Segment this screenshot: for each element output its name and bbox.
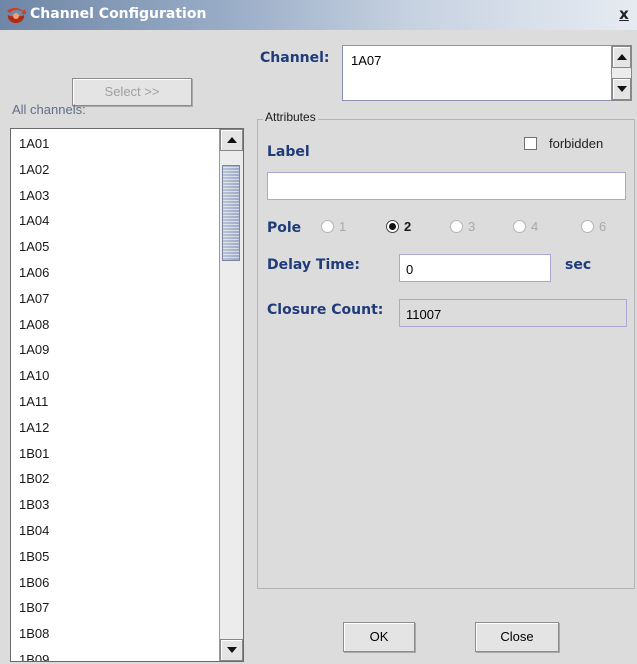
list-item[interactable]: 1B07 bbox=[11, 593, 217, 619]
pole-radio-label-4: 4 bbox=[531, 219, 539, 234]
title-bar[interactable]: Channel Configuration x bbox=[0, 0, 637, 30]
arrow-up-icon bbox=[226, 137, 237, 143]
delay-unit-label: sec bbox=[565, 257, 592, 273]
pole-radio-6[interactable] bbox=[581, 220, 594, 233]
channel-scroll-up-button[interactable] bbox=[612, 46, 631, 68]
list-item[interactable]: 1A09 bbox=[11, 335, 217, 361]
ok-button[interactable]: OK bbox=[343, 622, 415, 652]
pole-radio-1[interactable] bbox=[321, 220, 334, 233]
app-icon bbox=[7, 8, 26, 23]
delay-time-input[interactable]: 0 bbox=[399, 254, 551, 282]
list-item[interactable]: 1A02 bbox=[11, 155, 217, 181]
pole-radio-label-2: 2 bbox=[404, 219, 412, 234]
list-item[interactable]: 1A11 bbox=[11, 387, 217, 413]
list-item[interactable]: 1A08 bbox=[11, 310, 217, 336]
label-input[interactable] bbox=[267, 172, 626, 200]
attributes-legend: Attributes bbox=[263, 110, 318, 124]
arrow-down-icon bbox=[616, 86, 627, 92]
forbidden-checkbox[interactable] bbox=[524, 137, 537, 150]
channel-scroll-down-button[interactable] bbox=[612, 78, 631, 100]
closure-count-field: 11007 bbox=[399, 299, 627, 327]
list-item[interactable]: 1A07 bbox=[11, 284, 217, 310]
list-item[interactable]: 1B04 bbox=[11, 516, 217, 542]
pole-radio-3[interactable] bbox=[450, 220, 463, 233]
closure-count-label: Closure Count: bbox=[267, 302, 384, 318]
arrow-up-icon bbox=[616, 54, 627, 60]
list-item[interactable]: 1B02 bbox=[11, 464, 217, 490]
pole-radio-label-3: 3 bbox=[468, 219, 476, 234]
scroll-thumb[interactable] bbox=[222, 165, 240, 261]
pole-radio-4[interactable] bbox=[513, 220, 526, 233]
list-item[interactable]: 1A03 bbox=[11, 181, 217, 207]
channel-list[interactable]: 1A01 1A02 1A03 1A04 1A05 1A06 1A07 1A08 1A09 1A10… bbox=[10, 128, 244, 662]
channel-list-items: 1A01 1A02 1A03 1A04 1A05 1A06 1A07 1A08 1A09 1A10… bbox=[11, 129, 217, 661]
forbidden-label: forbidden bbox=[549, 136, 604, 151]
window-title: Channel Configuration bbox=[30, 6, 207, 22]
list-item[interactable]: 1A12 bbox=[11, 413, 217, 439]
list-item[interactable]: 1A10 bbox=[11, 361, 217, 387]
list-item[interactable]: 1A04 bbox=[11, 206, 217, 232]
arrow-down-icon bbox=[226, 647, 237, 653]
list-item[interactable]: 1B06 bbox=[11, 568, 217, 594]
list-item[interactable]: 1A06 bbox=[11, 258, 217, 284]
close-window-icon[interactable]: x bbox=[615, 5, 633, 23]
scroll-down-button[interactable] bbox=[220, 639, 243, 661]
delay-time-label: Delay Time: bbox=[267, 257, 360, 273]
list-item[interactable]: 1B09 bbox=[11, 645, 217, 661]
label-field-label: Label bbox=[267, 144, 310, 160]
channel-configuration-window: Channel Configuration x Select >> All ch… bbox=[0, 0, 637, 664]
pole-radio-label-1: 1 bbox=[339, 219, 347, 234]
channel-list-scrollbar[interactable] bbox=[219, 129, 243, 661]
channel-label: Channel: bbox=[260, 50, 330, 66]
all-channels-label: All channels: bbox=[12, 102, 86, 117]
channel-textarea[interactable]: 1A07 bbox=[342, 45, 612, 101]
pole-label: Pole bbox=[267, 220, 302, 236]
list-item[interactable]: 1A05 bbox=[11, 232, 217, 258]
list-item[interactable]: 1B03 bbox=[11, 490, 217, 516]
pole-radio-label-6: 6 bbox=[599, 219, 607, 234]
channel-textarea-scrollbar[interactable] bbox=[612, 45, 632, 101]
select-button[interactable]: Select >> bbox=[72, 78, 192, 106]
list-item[interactable]: 1B05 bbox=[11, 542, 217, 568]
list-item[interactable]: 1B08 bbox=[11, 619, 217, 645]
scroll-up-button[interactable] bbox=[220, 129, 243, 151]
close-button[interactable]: Close bbox=[475, 622, 559, 652]
pole-radio-2[interactable] bbox=[386, 220, 399, 233]
list-item[interactable]: 1A01 bbox=[11, 129, 217, 155]
list-item[interactable]: 1B01 bbox=[11, 439, 217, 465]
